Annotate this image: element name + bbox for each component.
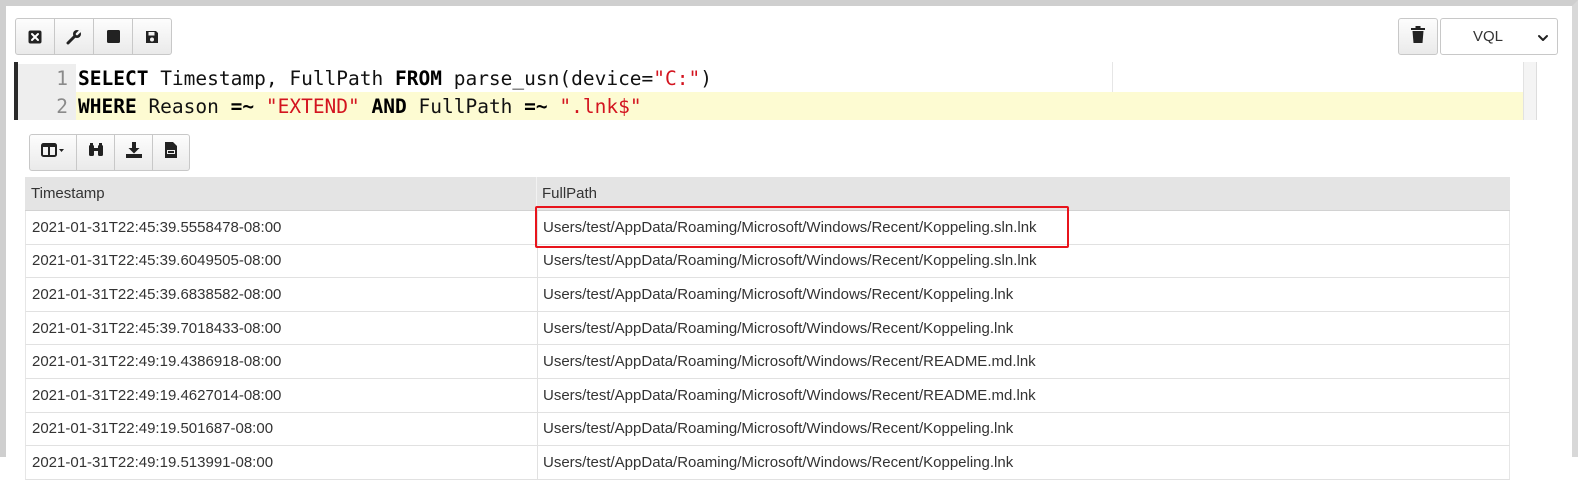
cell-timestamp: 2021-01-31T22:45:39.5558478-08:00 — [32, 218, 282, 236]
code-string: "C:" — [653, 66, 701, 90]
code-text: parse_usn(device= — [441, 66, 654, 90]
line-number: 1 — [18, 64, 76, 92]
table-body: 2021-01-31T22:45:39.5558478-08:00 Users/t… — [25, 211, 1510, 480]
cell-fullpath: Users/test/AppData/Roaming/Microsoft/Win… — [537, 378, 1509, 412]
editor-line: 1 SELECT Timestamp, FullPath FROM parse_… — [18, 64, 1536, 92]
binoculars-icon — [88, 143, 104, 162]
table-row[interactable]: 2021-01-31T22:49:19.513991-08:00 Users/te… — [25, 446, 1510, 480]
export-csv-button[interactable] — [152, 134, 190, 171]
right-controls: VQL — [1398, 18, 1558, 55]
line-number: 2 — [18, 92, 76, 120]
wrench-icon — [66, 28, 82, 45]
cell-timestamp: 2021-01-31T22:45:39.6049505-08:00 — [32, 252, 282, 270]
download-icon — [125, 142, 142, 163]
code-keyword: WHERE — [78, 94, 137, 118]
cancel-button[interactable] — [15, 18, 55, 55]
code-keyword: FROM — [395, 66, 442, 90]
cell-fullpath: Users/test/AppData/Roaming/Microsoft/Win… — [537, 278, 1509, 311]
save-button[interactable] — [132, 18, 172, 55]
cell-fullpath: Users/test/AppData/Roaming/Microsoft/Win… — [537, 311, 1509, 345]
table-row[interactable]: 2021-01-31T22:45:39.6838582-08:00 Users/t… — [25, 278, 1510, 312]
cell-timestamp: 2021-01-31T22:49:19.4386918-08:00 — [32, 353, 282, 371]
column-selector-button[interactable] — [29, 134, 77, 171]
cell-timestamp: 2021-01-31T22:45:39.7018433-08:00 — [32, 319, 282, 337]
code-text: ) — [700, 66, 713, 90]
table-row[interactable]: 2021-01-31T22:45:39.7018433-08:00 Users/t… — [25, 311, 1510, 346]
editor-scrollbar[interactable] — [1523, 62, 1536, 120]
code-line[interactable]: WHERE Reason =~ "EXTEND" AND FullPath =~… — [76, 95, 642, 118]
language-select-value: VQL — [1473, 28, 1504, 45]
code-keyword: AND — [371, 94, 407, 118]
code-keyword: SELECT — [78, 66, 149, 90]
cell-fullpath: Users/test/AppData/Roaming/Microsoft/Win… — [537, 412, 1509, 446]
settings-button[interactable] — [54, 18, 94, 55]
chevron-down-icon — [1537, 31, 1549, 48]
cell-timestamp: 2021-01-31T22:49:19.4627014-08:00 — [32, 386, 282, 404]
code-string: ".lnk$" — [559, 94, 642, 118]
code-text: Timestamp, FullPath — [148, 66, 395, 90]
cell-timestamp: 2021-01-31T22:45:39.6838582-08:00 — [32, 285, 282, 303]
stop-icon — [106, 30, 120, 43]
delete-button[interactable] — [1398, 18, 1438, 55]
query-toolbar — [15, 18, 172, 55]
table-row[interactable]: 2021-01-31T22:45:39.6049505-08:00 Users/t… — [25, 244, 1510, 279]
trash-icon — [1411, 25, 1425, 48]
results-toolbar — [29, 134, 190, 171]
code-text: FullPath — [406, 94, 525, 118]
editor-line-active: 2 WHERE Reason =~ "EXTEND" AND FullPath … — [18, 92, 1536, 120]
table-row[interactable]: 2021-01-31T22:49:19.4386918-08:00 Users/t… — [25, 345, 1510, 379]
save-icon — [145, 30, 159, 44]
columns-icon — [41, 143, 65, 162]
cell-fullpath: Users/test/AppData/Roaming/Microsoft/Win… — [537, 345, 1509, 378]
table-row[interactable]: 2021-01-31T22:49:19.4627014-08:00 Users/t… — [25, 378, 1510, 413]
cell-timestamp: 2021-01-31T22:49:19.501687-08:00 — [32, 420, 274, 438]
code-keyword: =~ — [230, 94, 255, 118]
stop-button[interactable] — [93, 18, 133, 55]
query-editor[interactable]: 1 SELECT Timestamp, FullPath FROM parse_… — [14, 62, 1537, 120]
cell-fullpath: Users/test/AppData/Roaming/Microsoft/Win… — [537, 446, 1509, 479]
search-button[interactable] — [76, 134, 115, 171]
table-row[interactable]: 2021-01-31T22:49:19.501687-08:00 Users/te… — [25, 412, 1510, 447]
close-square-icon — [28, 30, 42, 44]
code-line[interactable]: SELECT Timestamp, FullPath FROM parse_us… — [76, 67, 712, 90]
code-text: Reason — [136, 94, 231, 118]
download-button[interactable] — [114, 134, 153, 171]
cell-fullpath: Users/test/AppData/Roaming/Microsoft/Win… — [537, 244, 1509, 278]
column-header-timestamp[interactable]: Timestamp — [25, 185, 536, 202]
csv-file-icon — [165, 142, 177, 163]
code-string: "EXTEND" — [265, 94, 360, 118]
language-select[interactable]: VQL — [1440, 18, 1558, 55]
code-keyword: =~ — [524, 94, 548, 118]
highlight-annotation — [535, 206, 1069, 248]
